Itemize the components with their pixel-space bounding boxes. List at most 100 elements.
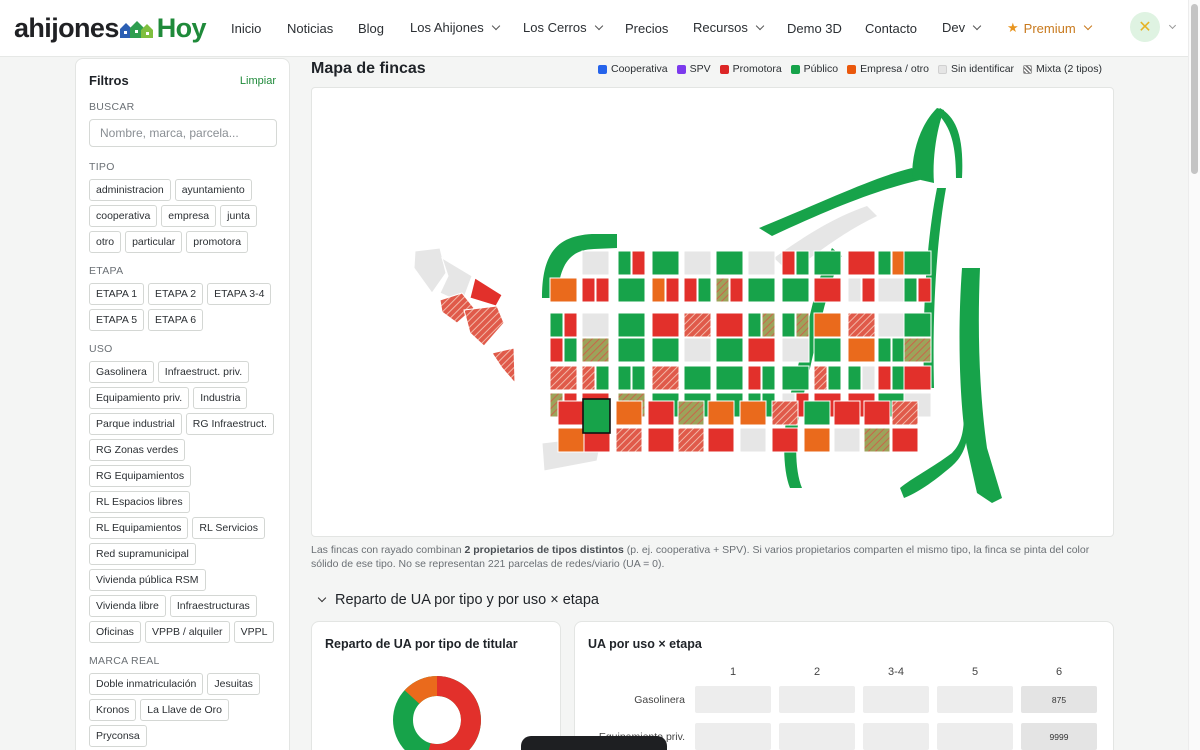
parcel[interactable] (549, 365, 578, 391)
parcel[interactable] (715, 337, 744, 363)
parcel[interactable] (617, 312, 646, 338)
uso-chip[interactable]: VPPB / alquiler (144, 621, 230, 643)
parcel[interactable] (877, 365, 892, 391)
parcel[interactable] (795, 312, 810, 338)
parcel[interactable] (617, 337, 646, 363)
nav-precios[interactable]: Precios (625, 21, 668, 36)
parcel[interactable] (557, 427, 585, 453)
parcel[interactable] (651, 277, 666, 303)
etapa-chip[interactable]: ETAPA 1 (89, 283, 145, 305)
parcel[interactable] (877, 312, 906, 338)
parcel[interactable] (813, 312, 842, 338)
parcel[interactable] (891, 365, 906, 391)
parcel[interactable] (747, 337, 776, 363)
parcel[interactable] (781, 250, 796, 276)
parcel[interactable] (891, 250, 906, 276)
matrix-cell[interactable] (937, 723, 1013, 750)
matrix-cell[interactable] (695, 723, 771, 750)
tipo-chip[interactable]: particular (125, 231, 183, 253)
donut-chart[interactable] (312, 622, 562, 750)
uso-chip[interactable]: VPPL (233, 621, 275, 643)
nav-los-ahijones[interactable]: Los Ahijones (410, 20, 500, 35)
nav-los-cerros[interactable]: Los Cerros (523, 20, 603, 35)
parcel[interactable] (617, 250, 632, 276)
map-grid[interactable] (549, 250, 932, 453)
parcel[interactable] (615, 427, 643, 453)
matrix-cell[interactable] (695, 686, 771, 713)
parcel[interactable] (697, 277, 712, 303)
parcel[interactable] (813, 365, 828, 391)
parcel[interactable] (813, 337, 842, 363)
section-toggle[interactable]: Reparto de UA por tipo y por uso × etapa (315, 592, 599, 608)
parcel[interactable] (617, 365, 632, 391)
nav-dev[interactable]: Dev (942, 20, 982, 35)
parcel[interactable] (903, 365, 932, 391)
parcel[interactable] (771, 400, 799, 426)
parcel[interactable] (847, 337, 876, 363)
parcel[interactable] (781, 312, 796, 338)
parcel[interactable] (549, 312, 564, 338)
uso-chip[interactable]: Oficinas (89, 621, 141, 643)
parcel[interactable] (917, 277, 932, 303)
parcel[interactable] (729, 277, 744, 303)
tipo-chip[interactable]: cooperativa (89, 205, 158, 227)
parcel-map-svg[interactable] (312, 88, 1114, 537)
parcel[interactable] (761, 365, 776, 391)
uso-chip[interactable]: Parque industrial (89, 413, 182, 435)
parcel[interactable] (847, 277, 862, 303)
parcel[interactable] (827, 365, 842, 391)
parcel[interactable] (677, 400, 705, 426)
etapa-chip[interactable]: ETAPA 2 (148, 283, 204, 305)
parcel[interactable] (847, 250, 876, 276)
parcel[interactable] (803, 400, 831, 426)
parcel[interactable] (707, 400, 735, 426)
parcel[interactable] (747, 365, 762, 391)
matrix-cell[interactable] (863, 686, 929, 713)
tipo-chip[interactable]: junta (220, 205, 257, 227)
parcel[interactable] (877, 337, 892, 363)
nav-noticias[interactable]: Noticias (287, 21, 333, 36)
parcel-map[interactable] (311, 87, 1114, 537)
tipo-chip[interactable]: administracion (89, 179, 171, 201)
parcel[interactable] (747, 277, 776, 303)
parcel[interactable] (563, 337, 578, 363)
uso-chip[interactable]: Vivienda pública RSM (89, 569, 206, 591)
uso-chip[interactable]: Gasolinera (89, 361, 154, 383)
nav-recursos[interactable]: Recursos (693, 20, 765, 35)
parcel[interactable] (617, 277, 646, 303)
parcel[interactable] (715, 312, 744, 338)
parcel[interactable] (549, 337, 564, 363)
parcel[interactable] (877, 277, 906, 303)
parcel[interactable] (781, 365, 810, 391)
parcel[interactable] (833, 400, 861, 426)
nav-inicio[interactable]: Inicio (231, 21, 261, 36)
parcel[interactable] (595, 365, 610, 391)
parcel[interactable] (795, 250, 810, 276)
parcel[interactable] (739, 427, 767, 453)
uso-chip[interactable]: Infraestruct. priv. (157, 361, 250, 383)
parcel[interactable] (651, 250, 680, 276)
uso-chip[interactable]: RG Equipamientos (89, 465, 192, 487)
parcel[interactable] (651, 312, 680, 338)
parcel[interactable] (683, 337, 712, 363)
uso-chip[interactable]: Red supramunicipal (89, 543, 196, 565)
parcel[interactable] (903, 250, 932, 276)
parcel[interactable] (903, 337, 932, 363)
uso-chip[interactable]: RL Equipamientos (89, 517, 189, 539)
parcel[interactable] (631, 250, 646, 276)
uso-chip[interactable]: RG Zonas verdes (89, 439, 186, 461)
parcel[interactable] (903, 312, 932, 338)
marca-chip[interactable]: Jesuitas (207, 673, 260, 695)
floating-toolbar[interactable] (521, 736, 667, 750)
parcel[interactable] (651, 365, 680, 391)
clear-filters-link[interactable]: Limpiar (240, 75, 276, 87)
matrix-cell[interactable]: 875 (1021, 686, 1097, 713)
uso-chip[interactable]: RL Servicios (192, 517, 265, 539)
parcel[interactable] (861, 365, 876, 391)
parcel[interactable] (747, 312, 762, 338)
parcel[interactable] (665, 277, 680, 303)
uso-chip[interactable]: Vivienda libre (89, 595, 166, 617)
tipo-chip[interactable]: promotora (186, 231, 249, 253)
nav-premium[interactable]: ★ Premium (1007, 20, 1092, 36)
parcel[interactable] (683, 250, 712, 276)
